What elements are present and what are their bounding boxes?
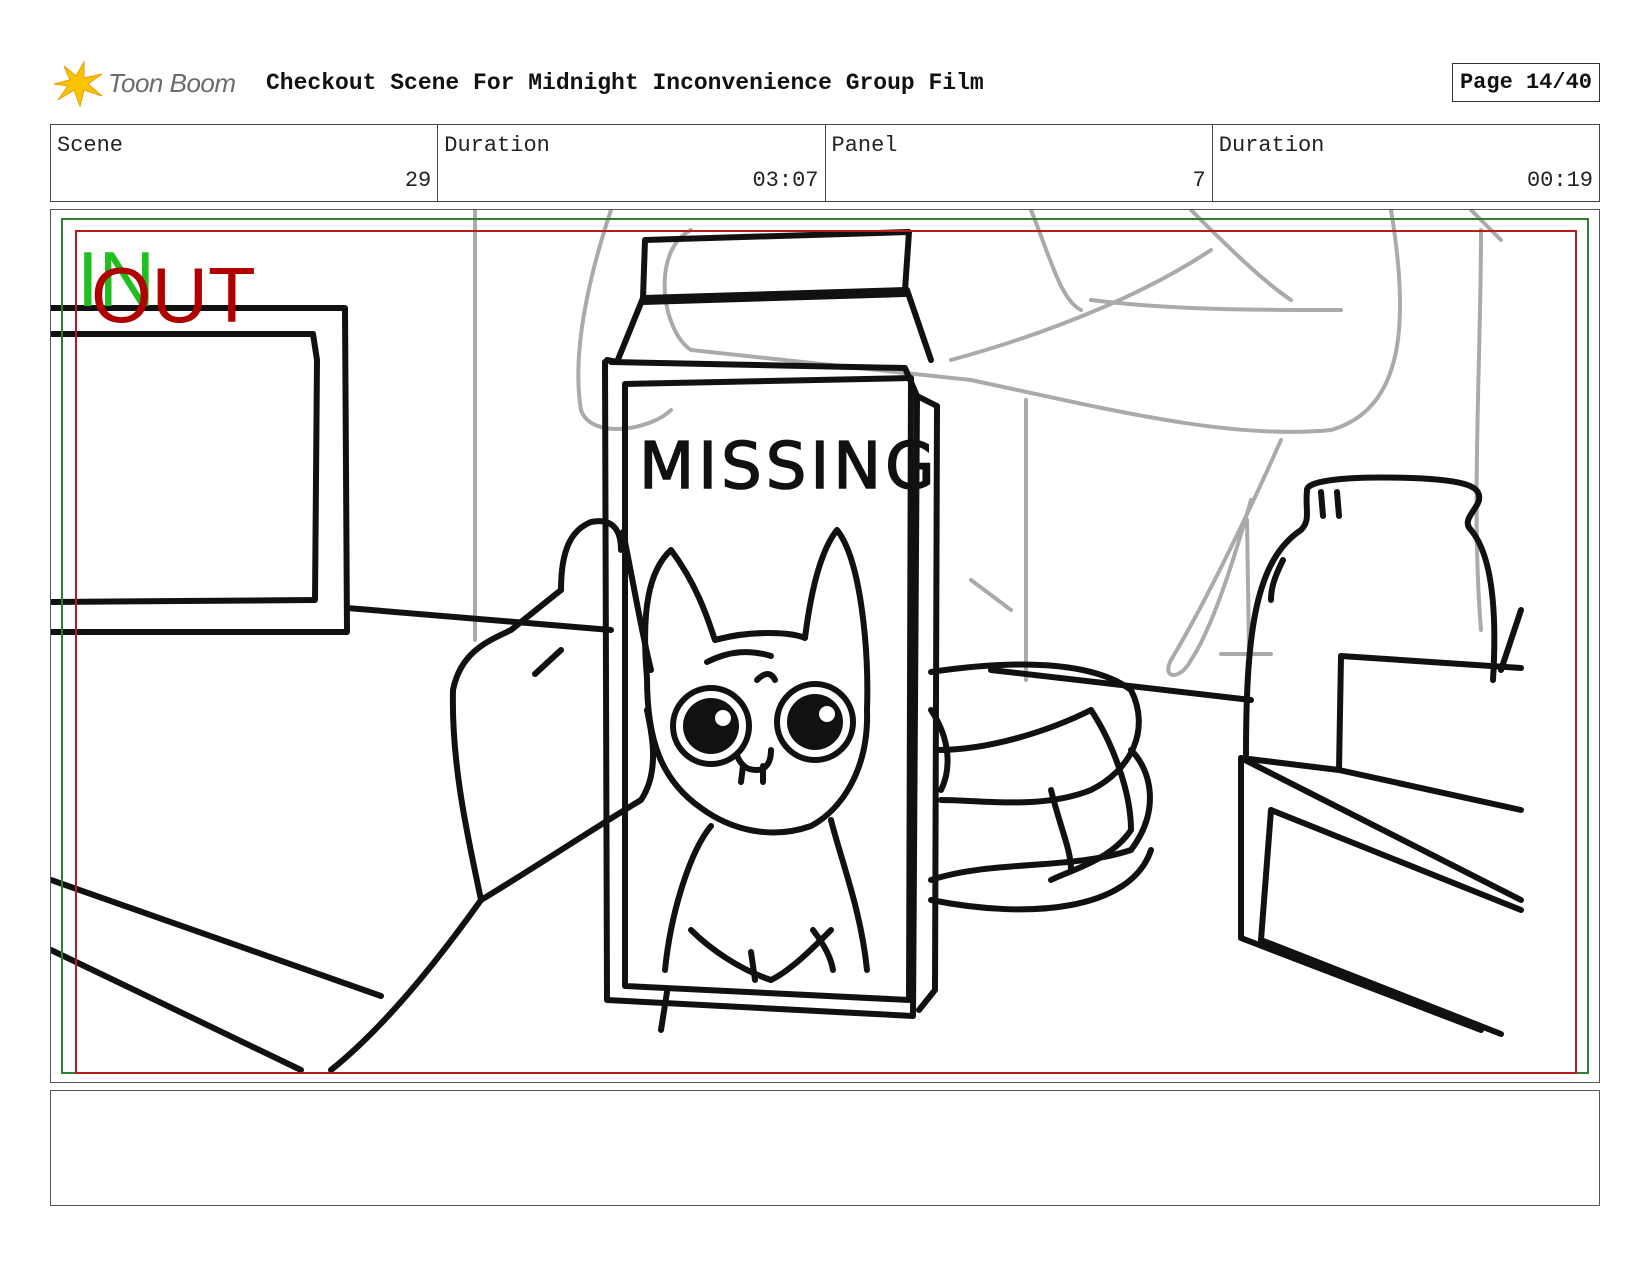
panel-value: 7 [1192,168,1206,193]
safe-frame-red [75,230,1577,1074]
out-marker: OUT [91,251,256,339]
storyboard-header: Toon Boom Checkout Scene For Midnight In… [50,56,1600,108]
panel-duration-label: Duration [1218,133,1325,158]
storyboard-panel: MISSING IN OUT [50,209,1600,1083]
scene-duration-value: 03:07 [752,168,819,193]
logo-text: Toon Boom [108,68,236,98]
toon-boom-logo: Toon Boom [50,60,250,108]
scene-duration-cell: Duration 03:07 [438,125,826,201]
page-number: Page 14/40 [1451,63,1600,102]
scene-duration-label: Duration [444,133,550,158]
page-title: Checkout Scene For Midnight Inconvenienc… [266,70,984,96]
scene-value: 29 [404,168,432,193]
panel-duration-cell: Duration 00:19 [1213,125,1599,201]
toon-boom-burst-icon [53,60,103,108]
panel-label: Panel [831,133,898,158]
panel-duration-value: 00:19 [1526,168,1593,193]
panel-notes [50,1090,1600,1206]
scene-cell: Scene 29 [51,125,439,201]
scene-label: Scene [57,133,124,158]
panel-cell: Panel 7 [826,125,1213,201]
scene-info-bar: Scene 29 Duration 03:07 Panel 7 Duration… [50,124,1600,202]
